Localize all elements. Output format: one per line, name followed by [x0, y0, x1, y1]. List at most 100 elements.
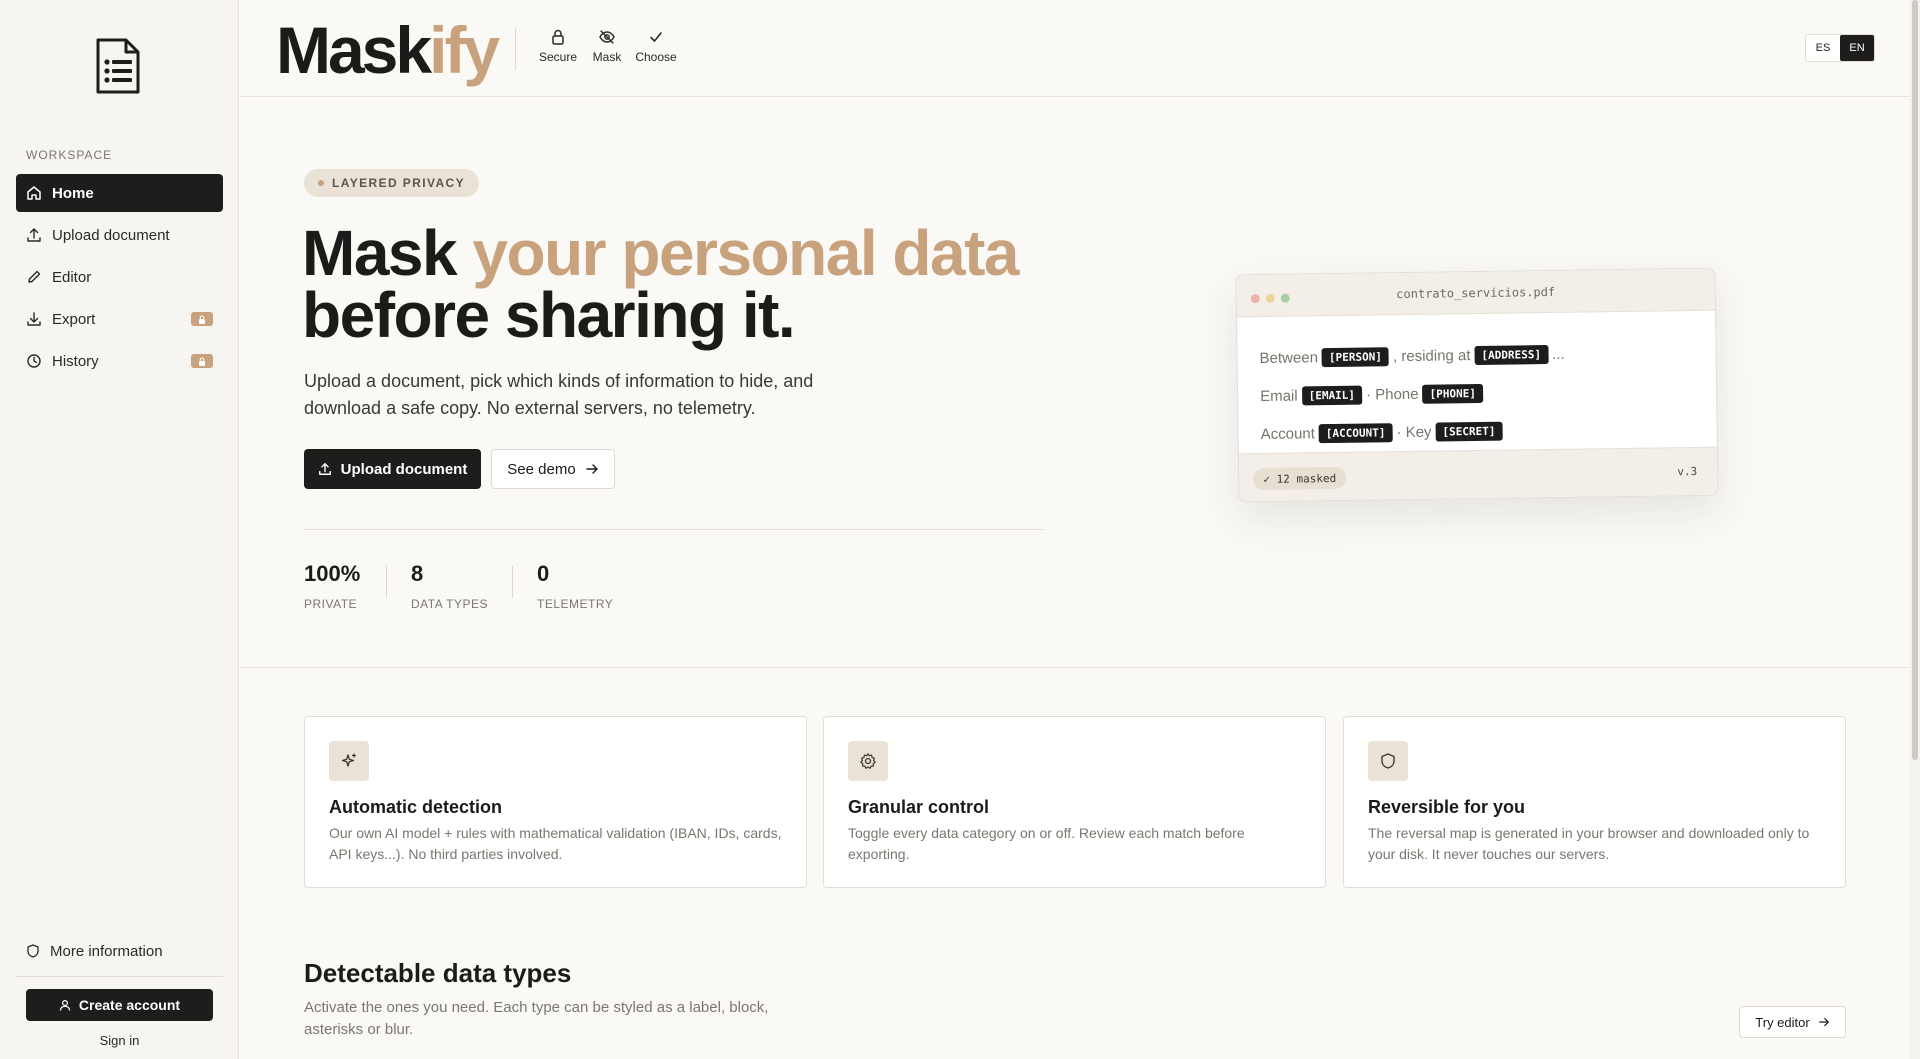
document-logo-icon[interactable]	[94, 38, 140, 94]
upload-document-label: Upload document	[340, 460, 468, 478]
top-header: Maskify Secure Mask Choose ES EN	[240, 0, 1910, 97]
feature-card-reversible: Reversible for you The reversal map is g…	[1343, 716, 1846, 888]
more-information-link[interactable]: More information	[16, 938, 223, 964]
stat-private: 100% PRIVATE	[304, 561, 360, 611]
download-icon	[26, 311, 42, 327]
sidebar-item-editor[interactable]: Editor	[16, 258, 223, 296]
lock-badge-icon	[191, 312, 213, 326]
sidebar-item-history[interactable]: History	[16, 342, 223, 380]
language-es-button[interactable]: ES	[1806, 35, 1840, 61]
shield-icon	[1368, 741, 1408, 781]
more-information-label: More information	[50, 942, 163, 960]
masked-tag: [SECRET]	[1435, 421, 1503, 442]
preview-line: Email [EMAIL] · Phone [PHONE]	[1260, 371, 1694, 415]
see-demo-button[interactable]: See demo	[491, 449, 615, 489]
layered-privacy-badge: LAYERED PRIVACY	[304, 169, 480, 197]
workspace-label: WORKSPACE	[26, 148, 113, 162]
feature-mask: Mask	[582, 28, 632, 64]
language-en-button[interactable]: EN	[1840, 35, 1874, 61]
stat-label: DATA TYPES	[411, 597, 489, 611]
create-account-button[interactable]: Create account	[26, 989, 213, 1021]
try-editor-button[interactable]: Try editor	[1739, 1006, 1846, 1038]
sidebar-footer: More information Create account Sign in	[16, 938, 223, 1048]
preview-filename: contrato_servicios.pdf	[1396, 284, 1556, 302]
feature-choose-label: Choose	[635, 50, 677, 64]
language-switcher: ES EN	[1805, 34, 1875, 62]
brand-logo[interactable]: Maskify	[276, 12, 500, 88]
sidebar-item-upload-document[interactable]: Upload document	[16, 216, 223, 254]
stat-label: TELEMETRY	[537, 597, 614, 611]
sidebar-item-label: History	[52, 352, 99, 370]
card-title: Reversible for you	[1368, 797, 1526, 817]
stat-value: 0	[537, 561, 550, 586]
preview-body: Between [PERSON] , residing at [ADDRESS]…	[1237, 311, 1717, 454]
sparkle-icon	[329, 741, 369, 781]
card-text: Our own AI model + rules with mathematic…	[329, 825, 782, 862]
feature-secure: Secure	[533, 28, 583, 64]
feature-choose: Choose	[631, 28, 681, 64]
sidebar-item-home[interactable]: Home	[16, 174, 223, 212]
home-icon	[26, 185, 42, 201]
hero-title: Mask your personal data before sharing i…	[302, 217, 1019, 351]
clock-icon	[26, 353, 42, 369]
sidebar-divider	[16, 976, 223, 977]
stat-divider	[386, 566, 387, 598]
hero-subtitle: Upload a document, pick which kinds of i…	[304, 371, 814, 418]
eye-off-icon	[598, 28, 616, 46]
section-divider	[240, 667, 1910, 668]
preview-footer: ✓ 12 masked v.3	[1238, 446, 1718, 502]
create-account-label: Create account	[78, 997, 181, 1013]
data-types-subtitle: Activate the ones you need. Each type ca…	[304, 999, 769, 1038]
feature-secure-label: Secure	[538, 50, 578, 64]
upload-document-button[interactable]: Upload document	[304, 449, 481, 489]
feature-card-automatic-detection: Automatic detection Our own AI model + r…	[304, 716, 807, 888]
card-text: Toggle every data category on or off. Re…	[848, 825, 1245, 862]
masked-tag: [EMAIL]	[1301, 385, 1363, 405]
version-label: v.3	[1677, 464, 1698, 479]
data-types-title: Detectable data types	[304, 958, 572, 988]
sidebar-nav: Home Upload document Editor Export Histo…	[16, 174, 223, 384]
sidebar-item-export[interactable]: Export	[16, 300, 223, 338]
scrollbar-thumb[interactable]	[1912, 0, 1918, 760]
masked-tag: [ACCOUNT]	[1318, 422, 1393, 443]
page-scrollbar[interactable]	[1910, 0, 1920, 1059]
lock-badge-icon	[191, 354, 213, 368]
masked-count-badge: ✓ 12 masked	[1253, 466, 1347, 491]
card-text: The reversal map is generated in your br…	[1368, 825, 1810, 862]
document-preview-card: contrato_servicios.pdf Between [PERSON] …	[1235, 267, 1719, 503]
sidebar-item-label: Upload document	[52, 226, 170, 244]
try-editor-label: Try editor	[1755, 1014, 1810, 1030]
gear-icon	[848, 741, 888, 781]
preview-line: Account [ACCOUNT] · Key [SECRET]	[1260, 409, 1694, 453]
sidebar-item-label: Home	[52, 184, 94, 202]
lock-icon	[549, 28, 567, 46]
stat-divider	[512, 566, 513, 598]
pencil-icon	[26, 269, 42, 285]
sign-in-link[interactable]: Sign in	[16, 1033, 223, 1048]
stat-data-types: 8 DATA TYPES	[411, 561, 488, 611]
check-icon	[647, 28, 665, 46]
masked-tag: [ADDRESS]	[1474, 344, 1549, 365]
sidebar-item-label: Export	[52, 310, 96, 328]
stat-telemetry: 0 TELEMETRY	[537, 561, 613, 611]
preview-titlebar: contrato_servicios.pdf	[1236, 268, 1715, 318]
feature-mask-label: Mask	[592, 50, 622, 64]
badge-dot	[318, 180, 324, 186]
stat-value: 100%	[304, 561, 361, 586]
sidebar: WORKSPACE Home Upload document Editor Ex…	[0, 0, 239, 1059]
sidebar-item-label: Editor	[52, 268, 92, 286]
upload-icon	[318, 462, 332, 476]
card-title: Automatic detection	[329, 797, 503, 817]
hero-divider	[304, 529, 1044, 530]
stat-value: 8	[411, 561, 424, 586]
feature-card-granular-control: Granular control Toggle every data categ…	[823, 716, 1326, 888]
shield-icon	[26, 944, 40, 958]
preview-line: Between [PERSON] , residing at [ADDRESS]…	[1259, 344, 1565, 367]
upload-icon	[26, 227, 42, 243]
see-demo-label: See demo	[507, 460, 576, 478]
stat-label: PRIVATE	[304, 597, 358, 611]
header-divider	[515, 28, 516, 70]
badge-label: LAYERED PRIVACY	[332, 176, 466, 190]
user-icon	[59, 999, 71, 1011]
arrow-right-icon	[585, 462, 599, 476]
